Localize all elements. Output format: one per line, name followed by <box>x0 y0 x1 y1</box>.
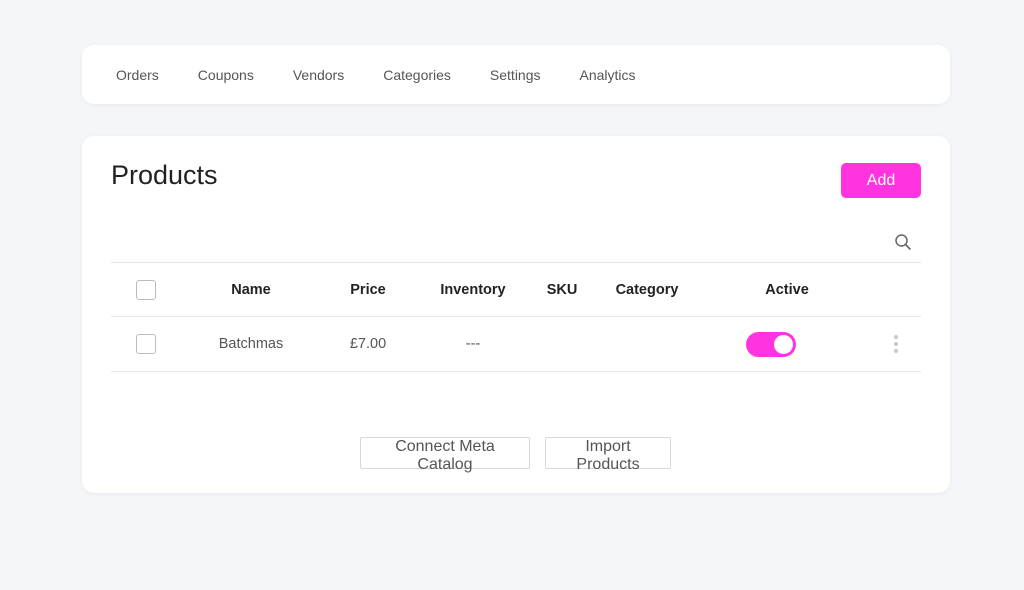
nav-item-categories[interactable]: Categories <box>383 67 451 83</box>
nav-item-analytics[interactable]: Analytics <box>580 67 636 83</box>
page-title: Products <box>111 160 218 190</box>
nav-item-orders[interactable]: Orders <box>116 67 159 83</box>
select-all-cell <box>127 263 165 316</box>
search-icon <box>895 234 911 250</box>
search-button[interactable] <box>894 233 914 253</box>
add-product-button[interactable]: Add <box>841 163 921 198</box>
row-actions-cell <box>881 317 911 371</box>
import-products-button[interactable]: Import Products <box>545 437 671 473</box>
product-sku <box>534 317 590 371</box>
column-header-inventory[interactable]: Inventory <box>427 263 519 316</box>
product-name: Batchmas <box>218 336 284 352</box>
active-toggle[interactable] <box>746 331 796 357</box>
toggle-knob <box>774 334 793 354</box>
product-inventory: --- <box>465 336 481 352</box>
select-all-checkbox[interactable] <box>136 279 156 300</box>
top-nav: Orders Coupons Vendors Categories Settin… <box>82 45 950 104</box>
row-checkbox[interactable] <box>136 334 156 354</box>
more-options-icon[interactable] <box>890 333 902 355</box>
column-header-category[interactable]: Category <box>605 263 689 316</box>
column-header-price[interactable]: Price <box>333 263 403 316</box>
row-select-cell <box>127 317 165 371</box>
product-price: £7.00 <box>349 336 387 352</box>
column-header-active[interactable]: Active <box>747 263 827 316</box>
connect-meta-catalog-button[interactable]: Connect Meta Catalog <box>360 437 530 473</box>
table-header-row: Name Price Inventory SKU Category Active <box>111 262 921 316</box>
nav-item-coupons[interactable]: Coupons <box>198 67 254 83</box>
product-category <box>605 317 689 371</box>
nav-item-vendors[interactable]: Vendors <box>293 67 344 83</box>
nav-item-settings[interactable]: Settings <box>490 67 541 83</box>
active-cell <box>721 317 821 371</box>
column-header-name[interactable]: Name <box>211 263 291 316</box>
table-row[interactable]: Batchmas £7.00 --- <box>111 316 921 372</box>
products-card: Products Add Name Price Inventory SKU Ca… <box>82 136 950 493</box>
products-table: Name Price Inventory SKU Category Active… <box>111 262 921 372</box>
column-header-sku[interactable]: SKU <box>534 263 590 316</box>
